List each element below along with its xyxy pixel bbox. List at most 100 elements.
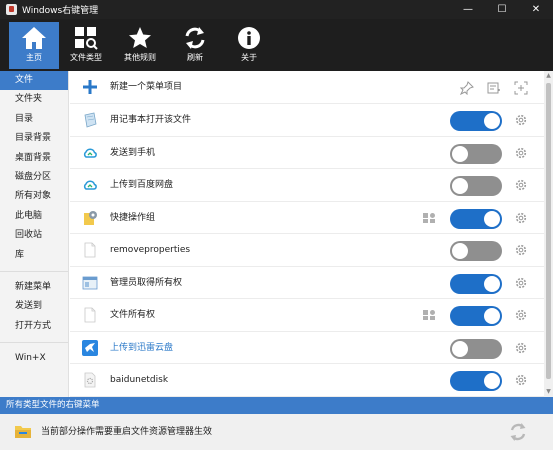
toggle-knob: [452, 178, 468, 194]
sidebar-item-send-to[interactable]: 发送到: [0, 297, 68, 316]
sidebar-item-drive[interactable]: 磁盘分区: [0, 168, 68, 187]
scroll-thumb[interactable]: [546, 83, 551, 379]
other-rules-button[interactable]: 其他规则: [115, 22, 165, 69]
multi-items-icon[interactable]: [422, 212, 436, 224]
file-types-icon: [75, 27, 98, 50]
sidebar-item-folder[interactable]: 文件夹: [0, 90, 68, 109]
close-button[interactable]: ✕: [519, 0, 553, 19]
sidebar-item-this-pc[interactable]: 此电脑: [0, 207, 68, 226]
refresh-icon: [185, 27, 205, 49]
about-button-label: 关于: [241, 53, 257, 62]
toggle-knob: [484, 308, 500, 324]
vertical-scrollbar[interactable]: ▲ ▼: [544, 71, 553, 397]
menu-item-label: 管理员取得所有权: [110, 277, 183, 288]
toggle-knob: [452, 340, 468, 357]
folder-gear-icon: [84, 210, 97, 225]
toggle-knob: [484, 113, 500, 129]
menu-item-row: 发送到手机: [70, 137, 544, 169]
refresh-button[interactable]: 刷新: [170, 22, 220, 69]
maximize-button[interactable]: ☐: [485, 0, 519, 19]
info-icon: [238, 27, 260, 49]
menu-item-label: 上传到迅雷云盘: [110, 342, 174, 353]
restart-notice: 当前部分操作需要重启文件资源管理器生效: [0, 414, 553, 450]
star-icon: [129, 27, 151, 48]
menu-item-list: 新建一个菜单项目 用记事本打开该文件 发送到手机 上传到百度网盘 快捷操作组 r…: [70, 71, 544, 397]
add-group-icon[interactable]: [514, 81, 528, 95]
window-controls: — ☐ ✕: [451, 0, 553, 19]
sidebar-item-library[interactable]: 库: [0, 246, 68, 265]
menu-item-label: 发送到手机: [110, 147, 156, 158]
thunder-bird-icon: [82, 339, 98, 356]
notice-text: 当前部分操作需要重启文件资源管理器生效: [41, 427, 213, 437]
toggle-knob: [484, 210, 500, 227]
home-button[interactable]: 主页: [9, 22, 59, 69]
sidebar-item-recycle-bin[interactable]: 回收站: [0, 226, 68, 245]
file-settings-icon: [84, 372, 96, 388]
sidebar-item-new-menu[interactable]: 新建菜单: [0, 278, 68, 297]
about-button[interactable]: 关于: [224, 22, 274, 69]
gear-icon[interactable]: [514, 341, 528, 355]
sidebar-item-desktop-background[interactable]: 桌面背景: [0, 149, 68, 168]
toggle-knob: [484, 373, 500, 389]
menu-item-row: 用记事本打开该文件: [70, 104, 544, 137]
new-item-row[interactable]: 新建一个菜单项目: [70, 71, 544, 104]
sidebar-item-directory-background[interactable]: 目录背景: [0, 129, 68, 148]
window-icon: [82, 276, 98, 289]
enable-toggle[interactable]: [450, 306, 502, 326]
gear-icon[interactable]: [514, 146, 528, 160]
menu-item-label: 文件所有权: [110, 310, 156, 320]
gear-icon[interactable]: [514, 113, 528, 127]
restart-explorer-icon[interactable]: [508, 422, 528, 442]
gear-icon[interactable]: [514, 276, 528, 290]
title-bar: Windows右键管理 — ☐ ✕: [0, 0, 553, 19]
window-title: Windows右键管理: [22, 6, 99, 16]
enable-toggle[interactable]: [450, 241, 502, 261]
multi-items-icon[interactable]: [422, 309, 436, 321]
scroll-down-icon[interactable]: ▼: [544, 387, 553, 397]
refresh-button-label: 刷新: [187, 53, 203, 62]
sidebar-item-open-with[interactable]: 打开方式: [0, 317, 68, 336]
enable-toggle[interactable]: [450, 111, 502, 131]
toggle-knob: [452, 145, 468, 162]
gear-icon[interactable]: [514, 373, 528, 387]
file-types-button-label: 文件类型: [70, 53, 102, 62]
gear-icon[interactable]: [514, 243, 528, 257]
menu-item-row: 管理员取得所有权: [70, 267, 544, 299]
explorer-folder-icon: [15, 426, 31, 438]
home-button-label: 主页: [26, 53, 42, 62]
file-types-button[interactable]: 文件类型: [61, 22, 111, 69]
enable-toggle[interactable]: [450, 143, 502, 164]
add-separator-icon[interactable]: [487, 81, 501, 95]
other-rules-button-label: 其他规则: [124, 53, 156, 62]
gear-icon[interactable]: [514, 211, 528, 225]
menu-item-row: removeproperties: [70, 234, 544, 267]
minimize-button[interactable]: —: [451, 0, 485, 19]
new-item-label: 新建一个菜单项目: [110, 82, 183, 92]
sidebar-item-win-x[interactable]: Win+X: [0, 349, 68, 368]
blank-file-icon: [84, 242, 96, 258]
sidebar-item-file[interactable]: 文件: [0, 71, 68, 91]
notepad-icon: [84, 112, 97, 128]
toolbar: 主页 文件类型 其他规则 刷新 关于: [0, 19, 553, 71]
sidebar-item-all-objects[interactable]: 所有对象: [0, 187, 68, 206]
enable-toggle[interactable]: [450, 208, 502, 229]
enable-toggle[interactable]: [450, 273, 502, 294]
menu-item-label: 快捷操作组: [110, 212, 156, 223]
enable-toggle[interactable]: [450, 338, 502, 359]
plus-icon: [83, 80, 97, 94]
sidebar-item-directory[interactable]: 目录: [0, 110, 68, 129]
gear-icon[interactable]: [514, 308, 528, 322]
sidebar-divider: [0, 270, 68, 272]
toggle-knob: [484, 275, 500, 292]
toggle-knob: [452, 243, 468, 259]
enable-toggle[interactable]: [450, 371, 502, 391]
home-icon: [22, 27, 46, 49]
menu-item-row: baidunetdisk: [70, 364, 544, 397]
pin-icon[interactable]: [460, 81, 474, 95]
menu-item-label: 上传到百度网盘: [110, 180, 174, 190]
gear-icon[interactable]: [514, 178, 528, 192]
enable-toggle[interactable]: [450, 176, 502, 196]
status-bar: 所有类型文件的右键菜单: [0, 397, 553, 414]
menu-item-label: 用记事本打开该文件: [110, 115, 192, 125]
scroll-up-icon[interactable]: ▲: [544, 71, 553, 81]
